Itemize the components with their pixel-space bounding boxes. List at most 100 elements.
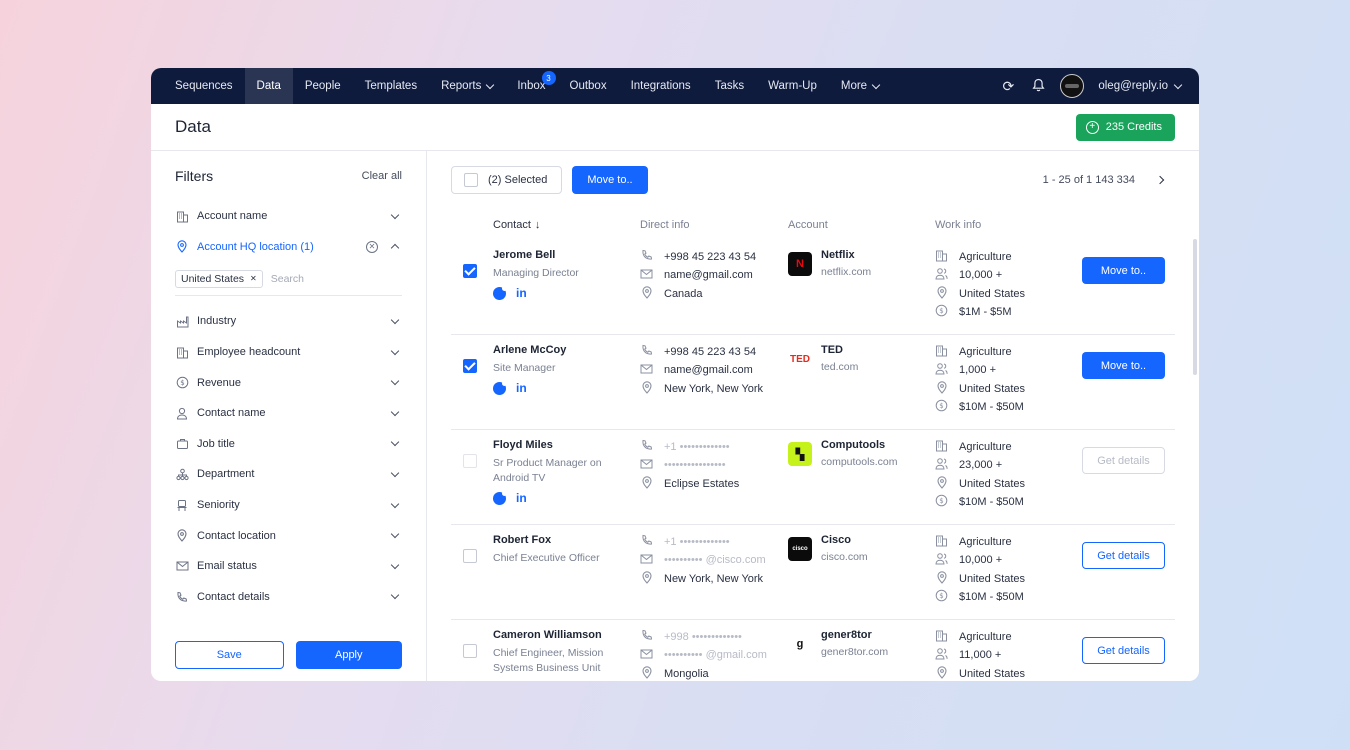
- column-contact[interactable]: Contact ↓: [451, 219, 640, 231]
- filter-account-hq-location[interactable]: Account HQ location (1) ✕: [175, 232, 402, 263]
- reply-profile-icon[interactable]: [493, 380, 507, 395]
- nav-integrations[interactable]: Integrations: [619, 68, 703, 104]
- nav-warm-up[interactable]: Warm-Up: [756, 68, 829, 104]
- credits-button[interactable]: + 235 Credits: [1075, 113, 1175, 141]
- filter-job-title[interactable]: Job title: [175, 429, 402, 460]
- linkedin-icon[interactable]: in: [516, 491, 527, 505]
- row-checkbox[interactable]: [463, 264, 477, 278]
- reply-profile-icon[interactable]: [493, 285, 507, 300]
- chevron-down-icon[interactable]: [390, 438, 400, 447]
- nav-sequences[interactable]: Sequences: [163, 68, 245, 104]
- location-pin-icon: [935, 476, 948, 492]
- location-tag-label: United States: [181, 272, 245, 285]
- row-checkbox-cell: [451, 344, 493, 429]
- avatar[interactable]: [1060, 74, 1085, 98]
- select-all-control[interactable]: (2) Selected: [451, 166, 563, 194]
- user-menu[interactable]: oleg@reply.io: [1098, 80, 1183, 92]
- contact-name[interactable]: Robert Fox: [493, 534, 640, 546]
- row-checkbox[interactable]: [463, 454, 477, 468]
- building-icon: [175, 345, 189, 359]
- select-all-checkbox[interactable]: [464, 173, 478, 187]
- account-cell: N Netflix netflix.com: [788, 249, 935, 334]
- filter-employee-headcount[interactable]: Employee headcount: [175, 337, 402, 368]
- building-icon: [935, 249, 948, 265]
- building-icon: [935, 344, 948, 360]
- chevron-down-icon[interactable]: [390, 560, 400, 569]
- account-text: TED ted.com: [821, 344, 858, 429]
- work-industry-value: Agriculture: [959, 250, 1012, 263]
- direct-location: Canada: [640, 286, 788, 302]
- row-checkbox[interactable]: [463, 644, 477, 658]
- chevron-down-icon[interactable]: [390, 315, 400, 325]
- table-row: Robert Fox Chief Executive Officer +1 ••••…: [451, 525, 1175, 620]
- work-revenue-value: $10M - $50M: [959, 401, 1024, 414]
- chevron-down-icon[interactable]: [390, 591, 400, 600]
- contact-name[interactable]: Jerome Bell: [493, 249, 640, 261]
- save-button[interactable]: Save: [175, 641, 284, 669]
- chevron-down-icon[interactable]: [390, 346, 400, 355]
- get-details-button[interactable]: Get details: [1082, 542, 1165, 569]
- filter-contact-details[interactable]: Contact details: [175, 582, 402, 613]
- social-links: in: [493, 490, 640, 505]
- filter-seniority[interactable]: Seniority: [175, 490, 402, 521]
- clear-filter-icon[interactable]: ✕: [366, 240, 378, 253]
- chevron-up-icon[interactable]: [390, 244, 400, 253]
- chevron-down-icon[interactable]: [390, 499, 400, 508]
- contact-name[interactable]: Cameron Williamson: [493, 629, 640, 641]
- nav-templates[interactable]: Templates: [353, 68, 429, 104]
- row-checkbox[interactable]: [463, 359, 477, 373]
- linkedin-icon[interactable]: in: [516, 286, 527, 300]
- move-to-button[interactable]: Move to..: [1082, 352, 1165, 379]
- get-details-button[interactable]: Get details: [1082, 637, 1165, 664]
- direct-phone-value: +998 •••••••••••••: [664, 630, 742, 643]
- apply-button[interactable]: Apply: [295, 641, 402, 669]
- filter-industry[interactable]: Industry: [175, 306, 402, 337]
- chevron-down-icon[interactable]: [390, 468, 400, 478]
- nav-tasks[interactable]: Tasks: [703, 68, 756, 104]
- chevron-down-icon[interactable]: [390, 376, 400, 386]
- phone-icon: [640, 344, 653, 359]
- social-links: in: [493, 380, 640, 395]
- linkedin-icon[interactable]: in: [516, 381, 527, 395]
- row-checkbox[interactable]: [463, 549, 477, 563]
- account-name[interactable]: TED: [821, 344, 858, 356]
- chevron-right-icon[interactable]: [1155, 175, 1165, 185]
- nav-data[interactable]: Data: [244, 68, 293, 104]
- page-header: Data + 235 Credits: [151, 104, 1199, 151]
- move-to-button[interactable]: Move to..: [1082, 257, 1165, 284]
- chevron-down-icon[interactable]: [390, 210, 400, 220]
- chevron-down-icon[interactable]: [390, 407, 400, 417]
- reply-profile-icon[interactable]: [493, 490, 507, 505]
- location-search-input[interactable]: Search: [271, 273, 304, 285]
- filter-email-status[interactable]: Email status: [175, 551, 402, 582]
- account-name[interactable]: Cisco: [821, 534, 868, 546]
- clear-all-button[interactable]: Clear all: [362, 170, 402, 182]
- nav-reports[interactable]: Reports: [429, 68, 505, 104]
- mail-icon: [640, 553, 653, 568]
- nav-people[interactable]: People: [293, 68, 353, 104]
- work-country-value: United States: [959, 382, 1026, 395]
- row-checkbox-cell: [451, 249, 493, 334]
- chevron-down-icon[interactable]: [390, 529, 400, 539]
- credits-label: 235 Credits: [1105, 121, 1162, 133]
- direct-phone-value: +1 •••••••••••••: [664, 440, 730, 453]
- contact-name[interactable]: Floyd Miles: [493, 439, 640, 451]
- contact-name[interactable]: Arlene McCoy: [493, 344, 640, 356]
- account-name[interactable]: Netflix: [821, 249, 871, 261]
- move-to-button[interactable]: Move to..: [572, 166, 648, 194]
- filter-contact-location[interactable]: Contact location: [175, 520, 402, 551]
- filter-contact-name[interactable]: Contact name: [175, 398, 402, 429]
- remove-tag-icon[interactable]: ✕: [250, 274, 257, 283]
- account-name[interactable]: Computools: [821, 439, 897, 451]
- nav-inbox[interactable]: Inbox 3: [505, 68, 557, 104]
- column-direct-info: Direct info: [640, 218, 690, 231]
- filter-revenue[interactable]: $ Revenue: [175, 367, 402, 398]
- refresh-icon[interactable]: ⟳: [1000, 78, 1016, 95]
- bell-icon[interactable]: [1030, 78, 1046, 95]
- nav-more[interactable]: More: [829, 68, 891, 104]
- filter-department[interactable]: Department: [175, 459, 402, 490]
- nav-outbox[interactable]: Outbox: [558, 68, 619, 104]
- account-name[interactable]: gener8tor: [821, 629, 888, 641]
- filter-account-name[interactable]: Account name: [175, 201, 402, 232]
- scrollbar[interactable]: [1193, 239, 1197, 375]
